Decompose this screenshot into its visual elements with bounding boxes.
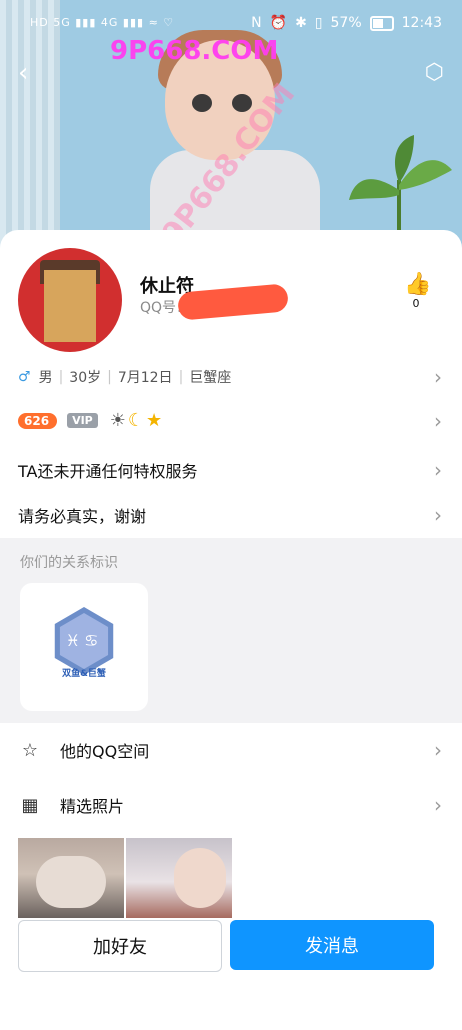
chevron-right-icon: › bbox=[434, 365, 442, 389]
birthday: 7月12日 bbox=[117, 370, 173, 386]
photos-row[interactable]: ▦ 精选照片 › bbox=[18, 793, 442, 817]
like-count: 0 bbox=[412, 297, 420, 310]
vibrate-icon: ▯ bbox=[314, 15, 323, 31]
send-message-button[interactable]: 发消息 bbox=[230, 920, 434, 970]
privilege-text: TA还未开通任何特权服务 bbox=[18, 462, 198, 481]
back-button[interactable]: ‹ bbox=[18, 58, 28, 88]
photo-thumbnails bbox=[18, 838, 232, 918]
battery-percent: 57% bbox=[330, 15, 362, 31]
qzone-row[interactable]: ☆ 他的QQ空间 › bbox=[18, 738, 442, 762]
star-icon: ★ bbox=[146, 410, 163, 431]
relationship-title: 你们的关系标识 bbox=[20, 555, 118, 571]
add-friend-button[interactable]: 加好友 bbox=[18, 920, 222, 972]
separator: | bbox=[178, 369, 184, 385]
signal-icons: HD 5G ▮▮▮ 4G ▮▮▮ ≈ ♡ bbox=[30, 16, 175, 29]
age: 30岁 bbox=[69, 370, 102, 386]
chevron-right-icon: › bbox=[434, 738, 442, 762]
action-bar: 加好友 发消息 bbox=[0, 920, 462, 1030]
separator: | bbox=[107, 369, 112, 385]
chevron-right-icon: › bbox=[434, 408, 442, 433]
avatar-face bbox=[44, 270, 96, 342]
photo-thumbnail[interactable] bbox=[126, 838, 232, 918]
profile-info-row[interactable]: ♂ 男 | 30岁 | 7月12日 | 巨蟹座 › bbox=[18, 365, 442, 389]
plant-icon bbox=[349, 135, 452, 245]
bio-text: 请务必真实，谢谢 bbox=[18, 507, 147, 526]
avatar[interactable] bbox=[18, 248, 122, 352]
bio-row[interactable]: 请务必真实，谢谢 › bbox=[18, 503, 442, 527]
share-button[interactable]: ⬡ bbox=[425, 60, 444, 85]
separator: | bbox=[58, 369, 64, 385]
nfc-icon: N bbox=[251, 15, 262, 31]
badges-row[interactable]: 626 VIP ☀ ☾ ★ › bbox=[18, 408, 442, 433]
relationship-section: 你们的关系标识 ♓♋ 双鱼&巨蟹 bbox=[0, 538, 462, 723]
chevron-left-icon: ‹ bbox=[18, 58, 29, 88]
moon-icon: ☾ bbox=[127, 410, 145, 431]
profile-card: 休止符 QQ号： 👍 0 ♂ 男 | 30岁 | 7月12日 | 巨蟹座 › 6… bbox=[0, 230, 462, 1030]
sun-icon: ☀ bbox=[109, 410, 126, 431]
battery-icon bbox=[369, 15, 394, 31]
bluetooth-icon: ✱ bbox=[295, 15, 307, 31]
alarm-icon: ⏰ bbox=[269, 15, 288, 31]
cover-character-eye-left bbox=[192, 94, 212, 112]
zodiac-icons: ♓♋ bbox=[65, 631, 103, 650]
zodiac-sign: 巨蟹座 bbox=[189, 370, 232, 386]
qzone-label: 他的QQ空间 bbox=[60, 742, 150, 761]
star-outline-icon: ☆ bbox=[21, 739, 39, 761]
photos-label: 精选照片 bbox=[60, 797, 125, 816]
chevron-right-icon: › bbox=[434, 793, 442, 817]
chevron-right-icon: › bbox=[434, 503, 442, 527]
photo-thumbnail[interactable] bbox=[18, 838, 124, 918]
male-icon: ♂ bbox=[18, 369, 31, 385]
like-button[interactable]: 👍 0 bbox=[404, 272, 432, 310]
status-right: N ⏰ ✱ ▯ 57% 12:43 bbox=[251, 15, 442, 31]
vip-badge: VIP bbox=[67, 413, 98, 428]
privilege-row[interactable]: TA还未开通任何特权服务 › bbox=[18, 458, 442, 482]
level-badge: 626 bbox=[18, 412, 58, 429]
hexagon-share-icon: ⬡ bbox=[424, 60, 444, 85]
gender: 男 bbox=[38, 370, 53, 386]
relationship-badge-card[interactable]: ♓♋ 双鱼&巨蟹 bbox=[20, 583, 148, 711]
thumbs-up-icon: 👍 bbox=[404, 272, 432, 297]
relationship-badge-label: 双鱼&巨蟹 bbox=[62, 669, 106, 679]
clock: 12:43 bbox=[401, 15, 442, 31]
grid-icon: ▦ bbox=[21, 794, 39, 816]
chevron-right-icon: › bbox=[434, 458, 442, 482]
profile-cover: HD 5G ▮▮▮ 4G ▮▮▮ ≈ ♡ N ⏰ ✱ ▯ 57% 12:43 ‹… bbox=[0, 0, 462, 260]
watermark: 9P668.COM bbox=[110, 36, 279, 66]
